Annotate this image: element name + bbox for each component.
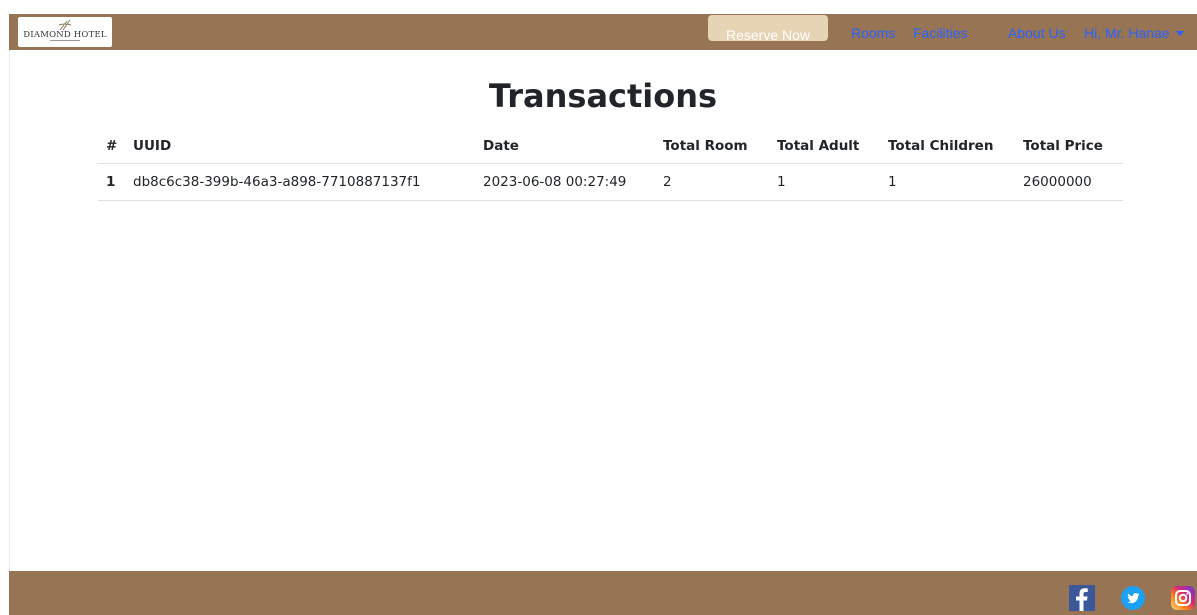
table-row: 1 db8c6c38-399b-46a3-a898-7710887137f1 2… xyxy=(98,163,1123,201)
page: DIAMOND HOTEL Reserve Now Rooms Faciliti… xyxy=(0,0,1197,615)
cell-uuid: db8c6c38-399b-46a3-a898-7710887137f1 xyxy=(125,163,475,201)
top-strip xyxy=(0,0,1197,14)
column-header-total-children: Total Children xyxy=(880,128,1015,164)
reserve-now-button[interactable]: Reserve Now xyxy=(708,15,828,41)
instagram-icon[interactable] xyxy=(1170,585,1196,611)
brand-logo[interactable]: DIAMOND HOTEL xyxy=(18,17,112,47)
column-header-total-adult: Total Adult xyxy=(769,128,880,164)
table-header-row: # UUID Date Total Room Total Adult Total… xyxy=(98,128,1123,164)
cell-index: 1 xyxy=(98,163,125,201)
chevron-down-icon xyxy=(1175,31,1184,36)
user-menu-toggle[interactable]: Hi, Mr. Hanae xyxy=(1084,25,1184,41)
column-header-uuid: UUID xyxy=(125,128,475,164)
column-header-total-room: Total Room xyxy=(655,128,769,164)
cell-date: 2023-06-08 00:27:49 xyxy=(475,163,655,201)
cell-total-children: 1 xyxy=(880,163,1015,201)
page-title: Transactions xyxy=(488,77,718,115)
navbar: DIAMOND HOTEL Reserve Now Rooms Faciliti… xyxy=(9,14,1197,50)
column-header-index: # xyxy=(98,128,125,164)
transactions-table: # UUID Date Total Room Total Adult Total… xyxy=(98,128,1123,201)
cell-total-room: 2 xyxy=(655,163,769,201)
user-greeting: Hi, Mr. Hanae xyxy=(1084,25,1170,41)
nav-link-facilities[interactable]: Facilities xyxy=(913,25,967,41)
cell-total-price: 26000000 xyxy=(1015,163,1123,201)
column-header-total-price: Total Price xyxy=(1015,128,1123,164)
brand-name: DIAMOND HOTEL xyxy=(23,30,107,40)
cell-total-adult: 1 xyxy=(769,163,880,201)
column-header-date: Date xyxy=(475,128,655,164)
facebook-icon[interactable] xyxy=(1069,585,1095,611)
brand-underline xyxy=(18,40,112,44)
nav-link-rooms[interactable]: Rooms xyxy=(851,25,895,41)
twitter-icon[interactable] xyxy=(1120,585,1146,611)
footer xyxy=(9,571,1197,615)
nav-link-about-us[interactable]: About Us xyxy=(1008,25,1066,41)
